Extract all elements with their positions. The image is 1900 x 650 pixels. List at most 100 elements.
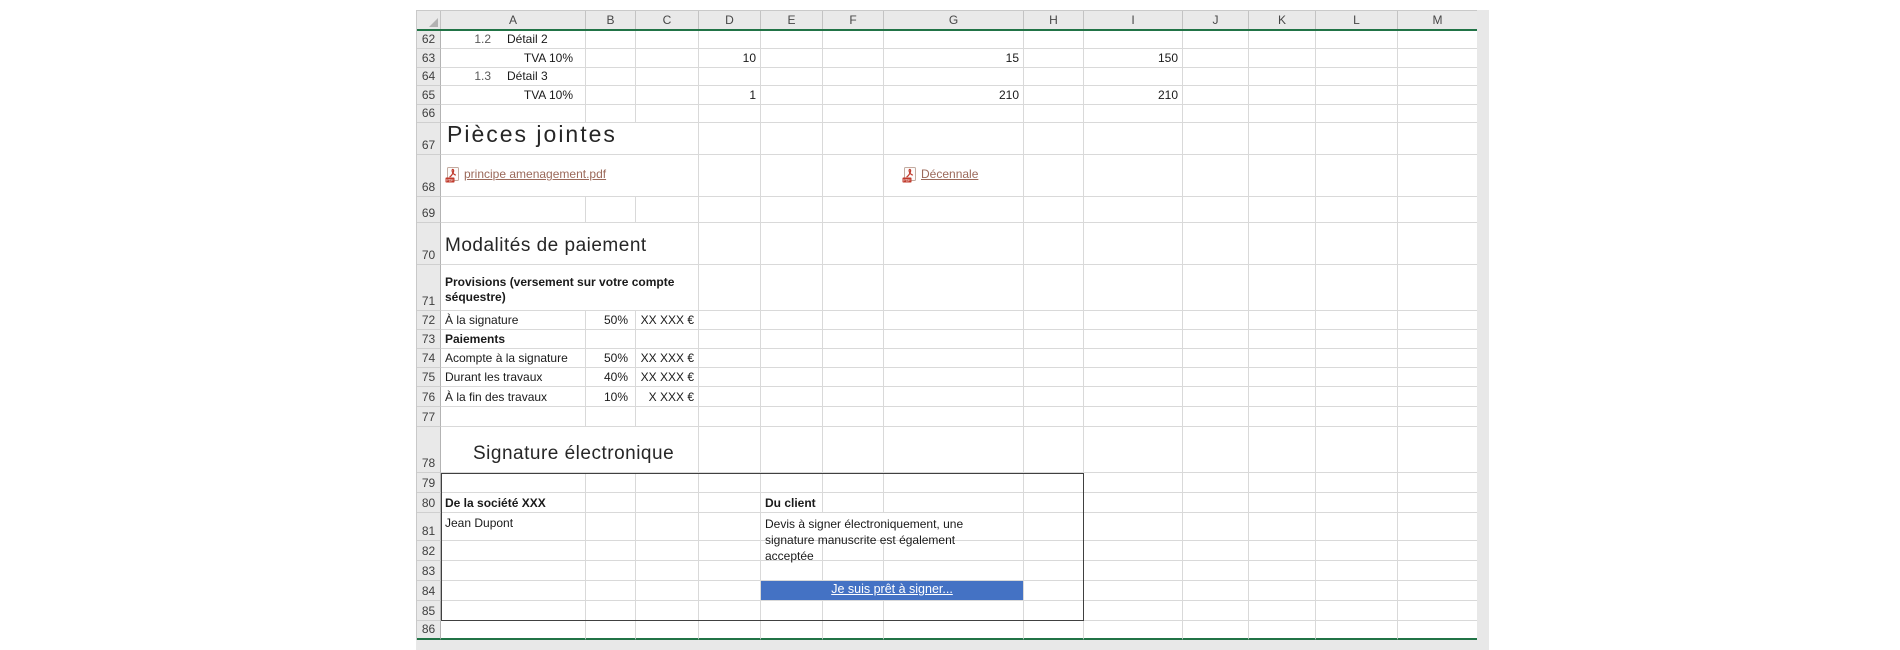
cell-I81[interactable] [1084, 513, 1183, 541]
cell-J75[interactable] [1183, 368, 1249, 387]
cell-K62[interactable] [1249, 31, 1316, 49]
cell-M83[interactable] [1398, 561, 1478, 581]
cell-J77[interactable] [1183, 407, 1249, 427]
cell-L75[interactable] [1316, 368, 1398, 387]
sign-button[interactable]: Je suis prêt à signer... [761, 581, 1024, 601]
cell-F72[interactable] [823, 311, 884, 330]
cell-M74[interactable] [1398, 349, 1478, 368]
cell-J83[interactable] [1183, 561, 1249, 581]
cell-K64[interactable] [1249, 68, 1316, 86]
cell-D76[interactable] [699, 387, 761, 407]
cell-C66[interactable] [636, 105, 699, 123]
cell-F86[interactable] [823, 621, 884, 640]
cell-F63[interactable] [823, 49, 884, 68]
cell-F74[interactable] [823, 349, 884, 368]
cell-L63[interactable] [1316, 49, 1398, 68]
cell-M75[interactable] [1398, 368, 1478, 387]
cell-L73[interactable] [1316, 330, 1398, 349]
cell-F67[interactable] [823, 123, 884, 155]
cell-B79[interactable] [586, 473, 636, 493]
cell-J78[interactable] [1183, 427, 1249, 473]
cell-C64[interactable] [636, 68, 699, 86]
cell-F80[interactable] [823, 493, 884, 513]
cell-L86[interactable] [1316, 621, 1398, 640]
cell-M73[interactable] [1398, 330, 1478, 349]
cell-L83[interactable] [1316, 561, 1398, 581]
cell-B84[interactable] [586, 581, 636, 601]
select-all-corner[interactable] [417, 11, 441, 29]
cell-G70[interactable] [884, 223, 1024, 265]
cell-J67[interactable] [1183, 123, 1249, 155]
cell-L78[interactable] [1316, 427, 1398, 473]
cell-K75[interactable] [1249, 368, 1316, 387]
cell-D80[interactable] [699, 493, 761, 513]
cell-F70[interactable] [823, 223, 884, 265]
cell-D85[interactable] [699, 601, 761, 621]
cell-C83[interactable] [636, 561, 699, 581]
cell-H64[interactable] [1024, 68, 1084, 86]
cell-D71[interactable] [699, 265, 761, 311]
cell-H82[interactable] [1024, 541, 1084, 561]
cell-F65[interactable] [823, 86, 884, 105]
cell-D75[interactable] [699, 368, 761, 387]
cell-J72[interactable] [1183, 311, 1249, 330]
column-header-I[interactable]: I [1084, 11, 1183, 29]
cell-B80[interactable] [586, 493, 636, 513]
cell-L70[interactable] [1316, 223, 1398, 265]
cell-M64[interactable] [1398, 68, 1478, 86]
cell-I66[interactable] [1084, 105, 1183, 123]
row-header-81[interactable]: 81 [417, 513, 441, 541]
cell-D68[interactable] [699, 155, 761, 197]
cell-D72[interactable] [699, 311, 761, 330]
row-header-71[interactable]: 71 [417, 265, 441, 311]
cell-G67[interactable] [884, 123, 1024, 155]
cell-K72[interactable] [1249, 311, 1316, 330]
cell-J76[interactable] [1183, 387, 1249, 407]
cell-F78[interactable] [823, 427, 884, 473]
cell-E77[interactable] [761, 407, 823, 427]
cell-L69[interactable] [1316, 197, 1398, 223]
cell-L65[interactable] [1316, 86, 1398, 105]
cell-I70[interactable] [1084, 223, 1183, 265]
cell-C85[interactable] [636, 601, 699, 621]
cell-D86[interactable] [699, 621, 761, 640]
cell-L81[interactable] [1316, 513, 1398, 541]
row-header-76[interactable]: 76 [417, 387, 441, 407]
cell-L67[interactable] [1316, 123, 1398, 155]
cell-K77[interactable] [1249, 407, 1316, 427]
cell-H83[interactable] [1024, 561, 1084, 581]
cell-C65[interactable] [636, 86, 699, 105]
cell-B72[interactable]: 50% [586, 311, 636, 330]
cell-K74[interactable] [1249, 349, 1316, 368]
cell-E79[interactable] [761, 473, 823, 493]
cell-K70[interactable] [1249, 223, 1316, 265]
cell-J62[interactable] [1183, 31, 1249, 49]
cell-H84[interactable] [1024, 581, 1084, 601]
row-header-84[interactable]: 84 [417, 581, 441, 601]
cell-F85[interactable] [823, 601, 884, 621]
cell-L77[interactable] [1316, 407, 1398, 427]
cell-M62[interactable] [1398, 31, 1478, 49]
cell-G71[interactable] [884, 265, 1024, 311]
cell-H79[interactable] [1024, 473, 1084, 493]
cell-D84[interactable] [699, 581, 761, 601]
attachments-heading[interactable]: Pièces jointes [441, 121, 699, 155]
cell-C62[interactable] [636, 31, 699, 49]
cell-F68[interactable] [823, 155, 884, 197]
cell-M77[interactable] [1398, 407, 1478, 427]
column-header-K[interactable]: K [1249, 11, 1316, 29]
cell-H63[interactable] [1024, 49, 1084, 68]
cell-J80[interactable] [1183, 493, 1249, 513]
cell-K73[interactable] [1249, 330, 1316, 349]
cell-G77[interactable] [884, 407, 1024, 427]
cell-G64[interactable] [884, 68, 1024, 86]
cell-G78[interactable] [884, 427, 1024, 473]
cell-J81[interactable] [1183, 513, 1249, 541]
cell-K67[interactable] [1249, 123, 1316, 155]
row-header-77[interactable]: 77 [417, 407, 441, 427]
cell-I77[interactable] [1084, 407, 1183, 427]
cell-M66[interactable] [1398, 105, 1478, 123]
cell-E63[interactable] [761, 49, 823, 68]
cell-J79[interactable] [1183, 473, 1249, 493]
cell-E73[interactable] [761, 330, 823, 349]
